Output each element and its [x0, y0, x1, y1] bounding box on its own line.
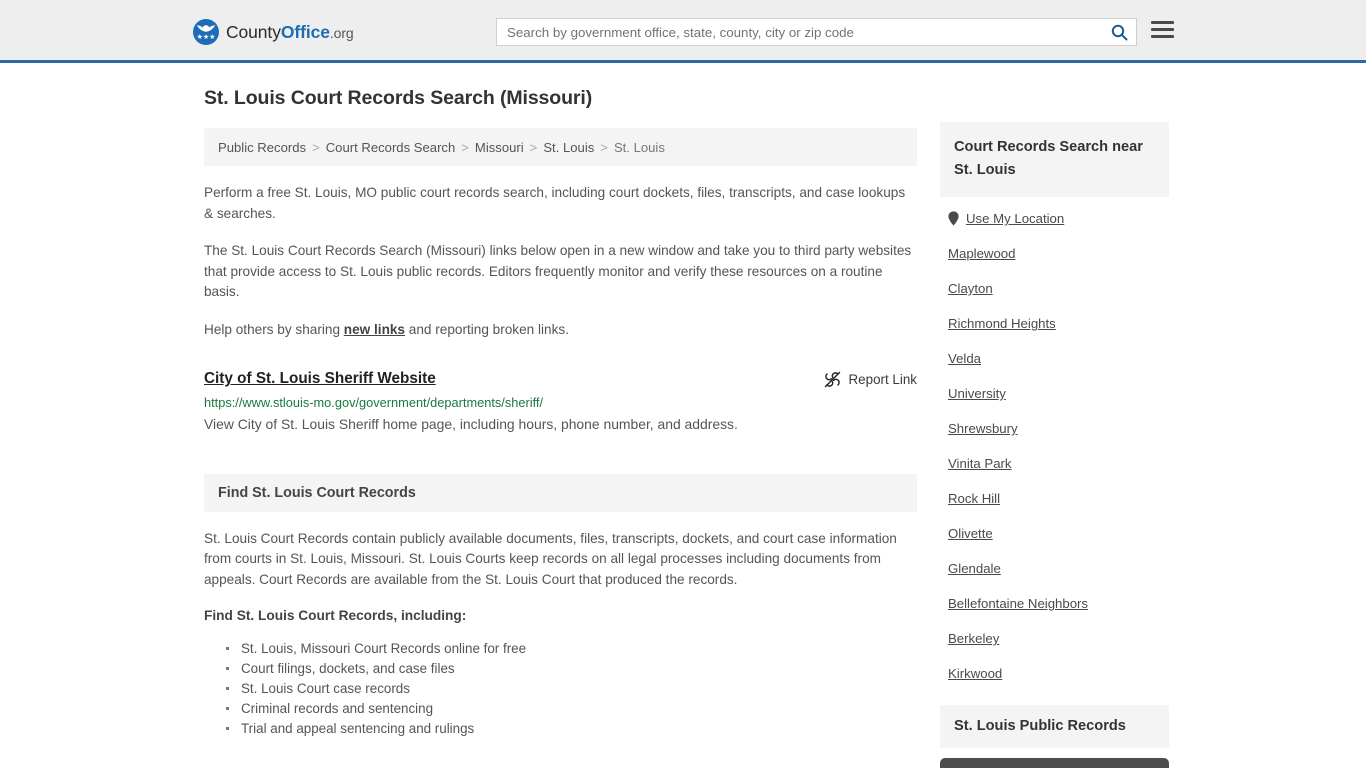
sidebar-place-link[interactable]: Bellefontaine Neighbors — [948, 596, 1088, 611]
list-item: Criminal records and sentencing — [222, 699, 917, 719]
result-title-row: City of St. Louis Sheriff Website Report… — [204, 370, 917, 388]
logo-county: County — [226, 21, 281, 42]
sidebar-item-place[interactable]: Vinita Park — [948, 456, 1169, 471]
logo-office: Office — [280, 21, 330, 42]
sidebar-place-link[interactable]: Clayton — [948, 281, 993, 296]
breadcrumb-item-2[interactable]: Missouri — [475, 140, 524, 155]
breadcrumb-separator-1: > — [461, 139, 469, 155]
search-button[interactable] — [1102, 19, 1136, 45]
court-record-link-result: City of St. Louis Sheriff Website Report… — [204, 370, 917, 432]
list-item: Trial and appeal sentencing and rulings — [222, 719, 917, 739]
sidebar-dark-panel[interactable] — [940, 758, 1169, 768]
sidebar-public-records-heading: St. Louis Public Records — [940, 705, 1169, 748]
breadcrumb-item-3[interactable]: St. Louis — [543, 140, 594, 155]
find-court-records-section: Find St. Louis Court Records St. Louis C… — [204, 474, 917, 739]
court-records-feature-list: St. Louis, Missouri Court Records online… — [204, 639, 917, 739]
use-my-location-link[interactable]: Use My Location — [966, 211, 1064, 226]
sidebar-item-place[interactable]: Maplewood — [948, 246, 1169, 261]
logo-org: .org — [329, 24, 354, 41]
sidebar-place-link[interactable]: Glendale — [948, 561, 1001, 576]
sidebar-item-place[interactable]: Shrewsbury — [948, 421, 1169, 436]
sidebar-place-link[interactable]: Kirkwood — [948, 666, 1002, 681]
sidebar-item-place[interactable]: Berkeley — [948, 631, 1169, 646]
sidebar-place-link[interactable]: Shrewsbury — [948, 421, 1018, 436]
section-paragraph: St. Louis Court Records contain publicly… — [204, 531, 897, 587]
sidebar-place-link[interactable]: Velda — [948, 351, 981, 366]
result-description: View City of St. Louis Sheriff home page… — [204, 416, 738, 432]
search-input[interactable] — [497, 19, 1102, 45]
hamburger-bar-3 — [1151, 35, 1174, 38]
sidebar-item-place[interactable]: Clayton — [948, 281, 1169, 296]
list-item: Court filings, dockets, and case files — [222, 659, 917, 679]
list-item: St. Louis, Missouri Court Records online… — [222, 639, 917, 659]
main-content-column: St. Louis Court Records Search (Missouri… — [204, 87, 917, 739]
hamburger-menu-icon[interactable] — [1151, 21, 1174, 38]
intro-paragraph: Perform a free St. Louis, MO public cour… — [204, 185, 906, 221]
list-item: St. Louis Court case records — [222, 679, 917, 699]
breadcrumb-separator-2: > — [529, 139, 538, 155]
description-paragraph: The St. Louis Court Records Search (Miss… — [204, 243, 912, 299]
sidebar-place-link[interactable]: Vinita Park — [948, 456, 1012, 471]
section-heading: Find St. Louis Court Records — [204, 474, 917, 512]
breadcrumb-separator-3: > — [600, 139, 608, 155]
breadcrumb: Public Records > Court Records Search > … — [204, 128, 917, 166]
breadcrumb-item-0[interactable]: Public Records — [218, 140, 306, 155]
sidebar-place-link[interactable]: University — [948, 386, 1006, 401]
sidebar-nearby-list: Use My Location Maplewood Clayton Richmo… — [940, 197, 1169, 681]
broken-link-icon — [824, 371, 840, 388]
eagle-seal-icon: ★★★ — [193, 19, 219, 45]
sidebar-place-link[interactable]: Olivette — [948, 526, 993, 541]
sidebar-item-use-my-location[interactable]: Use My Location — [948, 211, 1169, 226]
sidebar-item-place[interactable]: University — [948, 386, 1169, 401]
page-title: St. Louis Court Records Search (Missouri… — [204, 87, 593, 109]
sidebar-place-link[interactable]: Richmond Heights — [948, 316, 1056, 331]
new-links-link[interactable]: new links — [344, 322, 405, 337]
sidebar-place-link[interactable]: Rock Hill — [948, 491, 1000, 506]
breadcrumb-item-4: St. Louis — [613, 139, 665, 155]
sidebar: Court Records Search near St. Louis Use … — [940, 122, 1169, 768]
breadcrumb-separator-0: > — [312, 139, 320, 155]
sidebar-item-place[interactable]: Glendale — [948, 561, 1169, 576]
sidebar-item-place[interactable]: Richmond Heights — [948, 316, 1169, 331]
sidebar-place-link[interactable]: Berkeley — [948, 631, 999, 646]
help-paragraph: Help others by sharing new links and rep… — [204, 320, 917, 341]
result-url: https://www.stlouis-mo.gov/government/de… — [204, 395, 544, 410]
report-link-label: Report Link — [848, 372, 917, 387]
sidebar-item-place[interactable]: Olivette — [948, 526, 1169, 541]
section-body: St. Louis Court Records contain publicly… — [204, 512, 917, 739]
sidebar-item-place[interactable]: Rock Hill — [948, 491, 1169, 506]
site-logo[interactable]: ★★★ CountyOffice.org — [193, 19, 354, 45]
help-prefix: Help others by sharing — [204, 321, 344, 337]
search-bar[interactable] — [496, 18, 1137, 46]
site-header: ★★★ CountyOffice.org — [0, 0, 1366, 63]
section-subheading: Find St. Louis Court Records, including: — [204, 607, 467, 623]
report-link-button[interactable]: Report Link — [824, 370, 917, 388]
breadcrumb-item-1[interactable]: Court Records Search — [326, 140, 456, 155]
sidebar-heading: Court Records Search near St. Louis — [940, 122, 1169, 197]
sidebar-place-link[interactable]: Maplewood — [948, 246, 1015, 261]
help-suffix: and reporting broken links. — [405, 321, 569, 337]
sidebar-item-place[interactable]: Kirkwood — [948, 666, 1169, 681]
sidebar-item-place[interactable]: Bellefontaine Neighbors — [948, 596, 1169, 611]
hamburger-bar-2 — [1151, 28, 1174, 31]
three-stars-icon: ★★★ — [196, 34, 216, 41]
search-icon — [1111, 24, 1127, 40]
result-title-link[interactable]: City of St. Louis Sheriff Website — [204, 370, 436, 388]
map-pin-icon — [948, 211, 959, 226]
hamburger-bar-1 — [1151, 21, 1174, 24]
site-logo-text: CountyOffice.org — [226, 22, 354, 43]
sidebar-item-place[interactable]: Velda — [948, 351, 1169, 366]
